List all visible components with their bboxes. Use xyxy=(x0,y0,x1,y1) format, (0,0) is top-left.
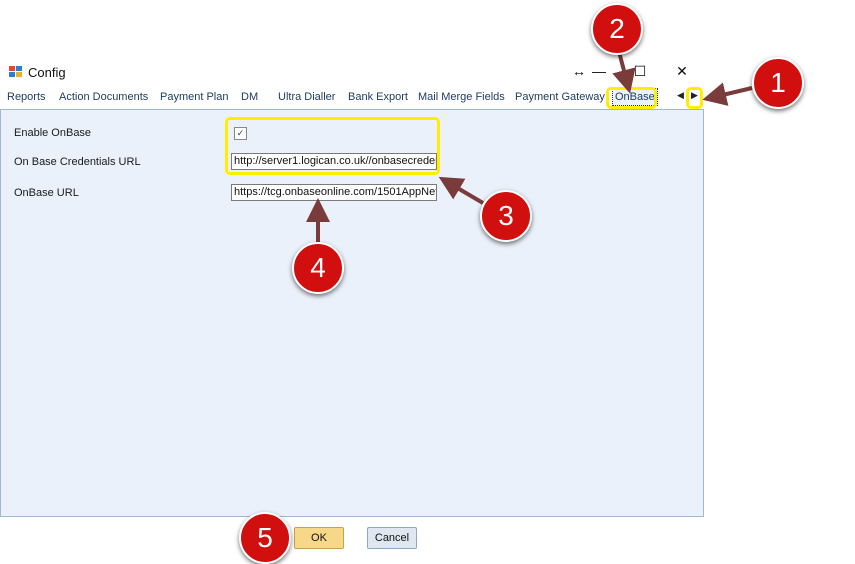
minimize-button[interactable]: — xyxy=(587,61,611,81)
callout-badge-2: 2 xyxy=(591,3,643,55)
tab-reports[interactable]: Reports xyxy=(7,91,46,103)
callout-badge-4: 4 xyxy=(292,242,344,294)
tab-payment-plan[interactable]: Payment Plan xyxy=(160,91,228,103)
callout-badge-1: 1 xyxy=(752,57,804,109)
tab-ultra-dialler[interactable]: Ultra Dialler xyxy=(278,91,335,103)
fields-highlight xyxy=(225,117,440,175)
callout-badge-3: 3 xyxy=(480,190,532,242)
scroll-right-highlight xyxy=(686,87,703,109)
tab-payment-gateway[interactable]: Payment Gateway xyxy=(515,91,605,103)
arrow-1 xyxy=(702,82,753,106)
title-bar: Config ↔ — ☐ ✕ xyxy=(0,55,704,87)
tab-action-documents[interactable]: Action Documents xyxy=(59,91,148,103)
tab-scroll-left-icon[interactable]: ◀ xyxy=(677,90,684,101)
tab-strip: Reports Action Documents Payment Plan DM… xyxy=(0,87,704,110)
enable-onbase-label: Enable OnBase xyxy=(14,127,92,139)
onbase-url-label: OnBase URL xyxy=(14,187,79,199)
tab-mail-merge-fields[interactable]: Mail Merge Fields xyxy=(418,91,505,103)
credentials-url-label: On Base Credentials URL xyxy=(14,156,141,168)
ok-button[interactable]: OK xyxy=(294,527,344,549)
callout-badge-5: 5 xyxy=(239,512,291,564)
onbase-url-input[interactable]: https://tcg.onbaseonline.com/1501AppNet/… xyxy=(231,184,437,201)
onbase-tab-highlight xyxy=(606,87,657,109)
app-icon xyxy=(9,66,22,77)
tab-bank-export[interactable]: Bank Export xyxy=(348,91,408,103)
close-button[interactable]: ✕ xyxy=(670,61,694,81)
tab-dm[interactable]: DM xyxy=(241,91,258,103)
cancel-button[interactable]: Cancel xyxy=(367,527,417,549)
window-title: Config xyxy=(28,65,66,80)
maximize-button[interactable]: ☐ xyxy=(628,61,652,81)
